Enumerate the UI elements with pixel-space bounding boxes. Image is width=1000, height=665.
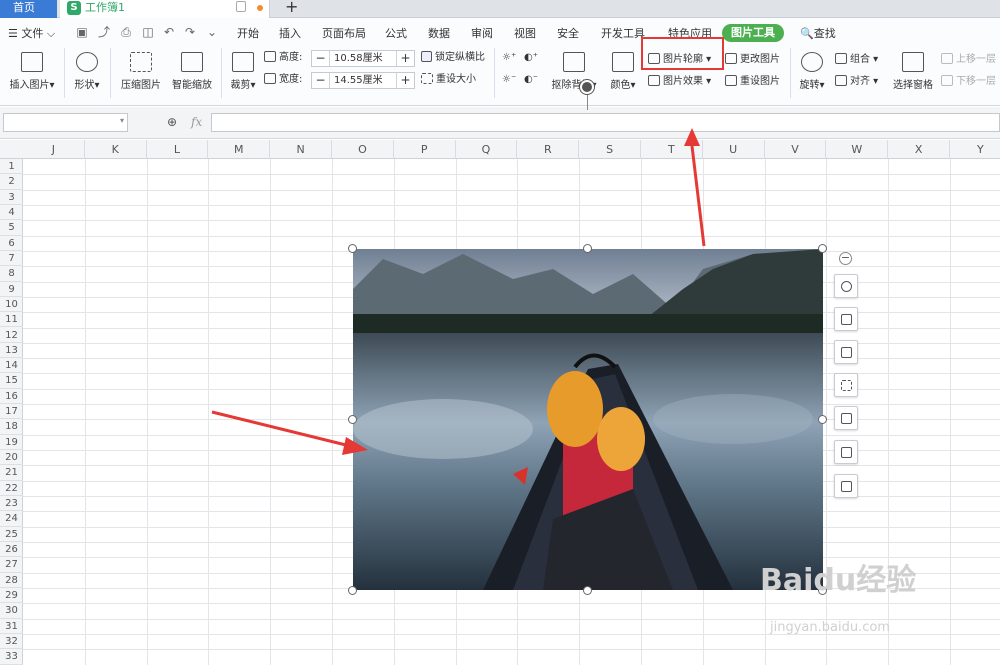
arrow-right-annotation-icon: [211, 410, 368, 455]
baidu-watermark-url: jingyan.baidu.com: [770, 620, 890, 635]
arrow-up-annotation-icon: [684, 128, 706, 247]
baidu-watermark: Baidu经验: [760, 563, 917, 598]
